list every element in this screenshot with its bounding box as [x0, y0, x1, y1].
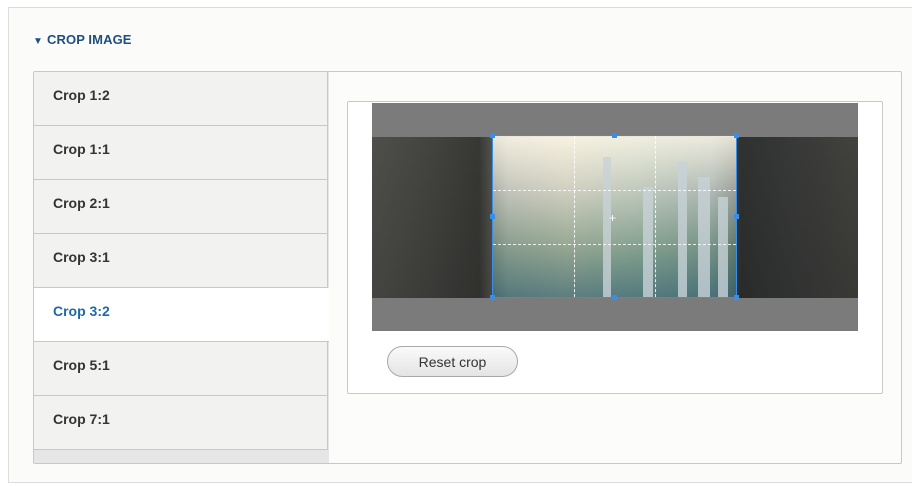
crop-handle-se[interactable]	[734, 295, 739, 300]
crop-handle-sw[interactable]	[490, 295, 495, 300]
summary-label: CROP IMAGE	[47, 32, 132, 47]
tab-crop-1-2[interactable]: Crop 1:2	[34, 72, 328, 126]
crop-guide-h2	[493, 244, 736, 245]
tab-list: Crop 1:2 Crop 1:1 Crop 2:1 Crop 3:1 Crop…	[34, 72, 329, 463]
tab-crop-7-1[interactable]: Crop 7:1	[34, 396, 328, 450]
crop-selection[interactable]: +	[490, 133, 739, 300]
vertical-tabs: Crop 1:2 Crop 1:1 Crop 2:1 Crop 3:1 Crop…	[33, 71, 902, 464]
tab-crop-3-1[interactable]: Crop 3:1	[34, 234, 328, 288]
crop-handle-n[interactable]	[612, 133, 617, 138]
crop-handle-s[interactable]	[612, 295, 617, 300]
crop-canvas[interactable]: +	[372, 103, 858, 331]
tab-crop-1-1[interactable]: Crop 1:1	[34, 126, 328, 180]
tab-crop-3-2[interactable]: Crop 3:2	[34, 288, 329, 342]
tab-crop-5-1[interactable]: Crop 5:1	[34, 342, 328, 396]
crop-center-icon: +	[609, 211, 617, 225]
tab-crop-2-1[interactable]: Crop 2:1	[34, 180, 328, 234]
crop-pane: + Reset crop	[347, 101, 883, 394]
crop-mask-right	[737, 137, 858, 298]
crop-handle-nw[interactable]	[490, 133, 495, 138]
crop-handle-ne[interactable]	[734, 133, 739, 138]
crop-guide-v2	[655, 136, 656, 297]
reset-crop-button[interactable]: Reset crop	[387, 346, 518, 377]
triangle-down-icon: ▼	[33, 36, 43, 47]
crop-image-summary[interactable]: ▼ CROP IMAGE	[33, 32, 132, 47]
crop-mask-left	[372, 137, 492, 298]
crop-guide-v1	[574, 136, 575, 297]
crop-handle-e[interactable]	[734, 214, 739, 219]
crop-handle-w[interactable]	[490, 214, 495, 219]
crop-guide-h1	[493, 190, 736, 191]
crop-image-details: ▼ CROP IMAGE Crop 1:2 Crop 1:1 Crop 2:1 C…	[8, 7, 912, 483]
